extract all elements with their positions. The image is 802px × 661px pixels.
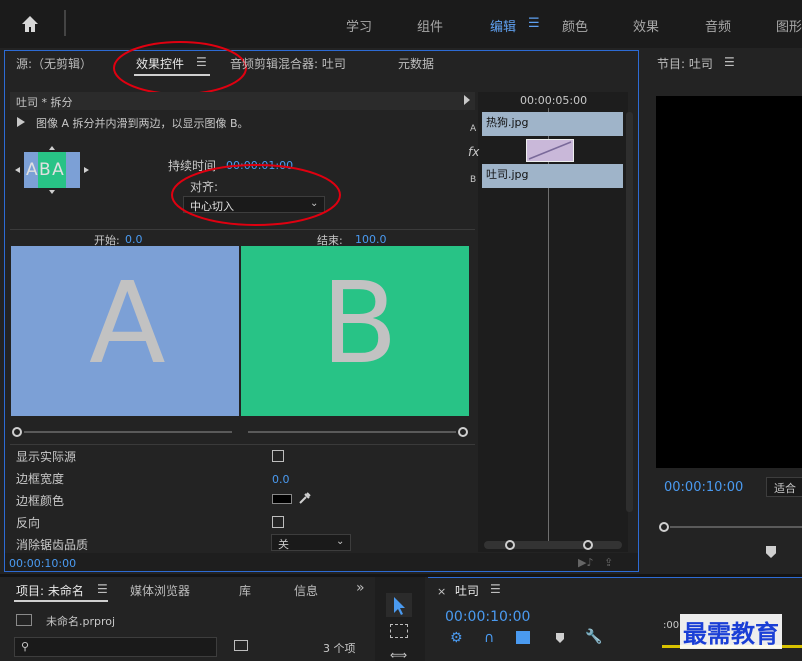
program-scrub-bar[interactable]	[670, 526, 802, 528]
mini-zoom-handle-right[interactable]	[583, 540, 593, 550]
antialias-select[interactable]: 关 ⌄	[271, 534, 351, 551]
project-tab-underline	[14, 600, 108, 602]
tab-source[interactable]: 源:（无剪辑）	[16, 55, 92, 72]
show-actual-source-checkbox[interactable]	[272, 450, 284, 462]
watermark-text: 最需教育	[680, 614, 782, 649]
tab-media-browser[interactable]: 媒体浏览器	[130, 582, 190, 599]
border-color-swatch[interactable]	[272, 494, 292, 504]
transition-thumbnail: A B A	[24, 152, 80, 188]
tab-library[interactable]: 库	[239, 582, 251, 599]
ec-timecode[interactable]: 00:00:10:00	[9, 557, 76, 570]
eyedropper-icon[interactable]	[298, 491, 312, 508]
preview-b: B	[241, 246, 469, 416]
tab-info[interactable]: 信息	[294, 582, 318, 599]
preview-a: A	[11, 246, 239, 416]
mini-zoom-handle-left[interactable]	[505, 540, 515, 550]
annotation-ellipse	[171, 164, 341, 226]
play-transition-icon[interactable]	[464, 95, 470, 105]
start-slider-track[interactable]	[24, 431, 232, 433]
project-search-input[interactable]: ⚲	[14, 637, 217, 657]
track-a-label: A	[470, 124, 477, 134]
clip-b[interactable]: 吐司.jpg	[482, 164, 623, 188]
mini-timeline-ruler: 00:00:05:00	[520, 94, 588, 107]
program-title[interactable]: 节目: 吐司	[657, 55, 713, 72]
search-icon: ⚲	[21, 640, 30, 653]
clip-header-bar	[10, 92, 475, 110]
transition-description: 图像 A 拆分并内滑到两边，以显示图像 B。	[36, 117, 249, 130]
border-width-value[interactable]: 0.0	[272, 473, 290, 486]
ripple-edit-tool-icon[interactable]: ⟺	[390, 648, 407, 661]
more-panels-icon[interactable]: »	[356, 580, 365, 596]
workspace-effects[interactable]: 效果	[633, 16, 659, 35]
workspace-color[interactable]: 颜色	[562, 16, 588, 35]
start-value[interactable]: 0.0	[125, 233, 143, 246]
project-menu-icon[interactable]: ☰	[97, 582, 108, 596]
edge-selector-left[interactable]	[15, 167, 20, 173]
ec-footer	[5, 553, 638, 571]
end-slider-track[interactable]	[248, 431, 456, 433]
border-color-label: 边框颜色	[16, 494, 65, 508]
workspace-learn[interactable]: 学习	[346, 16, 372, 35]
reverse-checkbox[interactable]	[272, 516, 284, 528]
tab-audio-clip-mixer[interactable]: 音频剪辑混合器: 吐司	[230, 55, 346, 72]
program-timecode[interactable]: 00:00:10:00	[664, 480, 743, 495]
track-b-label: B	[470, 175, 477, 185]
reverse-label: 反向	[16, 516, 41, 530]
project-file-name: 未命名.prproj	[46, 615, 116, 628]
selection-tool-icon[interactable]	[386, 593, 412, 617]
program-video	[656, 96, 802, 468]
fit-select[interactable]: 适合	[766, 477, 802, 497]
export-icon[interactable]: ⇪	[604, 556, 613, 569]
workspace-editing[interactable]: 编辑	[490, 16, 516, 35]
tab-metadata[interactable]: 元数据	[398, 55, 434, 72]
toolbar-divider	[64, 10, 66, 36]
timeline-close-icon[interactable]: ×	[437, 585, 446, 598]
antialias-select-value: 关	[278, 538, 289, 551]
program-scrub-handle[interactable]	[659, 522, 669, 532]
timeline-menu-icon[interactable]: ☰	[490, 582, 501, 596]
mini-timeline-scrollbar[interactable]	[626, 112, 633, 512]
workspace-menu-icon[interactable]: ☰	[528, 16, 540, 31]
thumbnail-label: A B A	[26, 160, 64, 180]
antialias-label: 消除锯齿品质	[16, 538, 89, 552]
workspace-assembly[interactable]: 组件	[417, 16, 443, 35]
workspace-graphics[interactable]: 图形	[776, 16, 802, 35]
preview-a-letter: A	[89, 259, 166, 389]
wrench-icon[interactable]: 🔧	[585, 629, 602, 645]
new-bin-icon[interactable]	[234, 640, 248, 651]
description-play-icon[interactable]	[17, 117, 25, 127]
properties-divider	[10, 444, 475, 445]
timeline-ruler-hint: :00	[663, 620, 680, 631]
end-value[interactable]: 100.0	[355, 233, 387, 246]
start-slider-handle[interactable]	[12, 427, 22, 437]
tab-project[interactable]: 项目: 未命名	[16, 582, 84, 599]
clip-header-label: 吐司 * 拆分	[16, 96, 73, 109]
show-actual-source-label: 显示实际源	[16, 450, 77, 464]
end-slider-handle[interactable]	[458, 427, 468, 437]
workspace-audio[interactable]: 音频	[705, 16, 731, 35]
preview-b-letter: B	[321, 259, 398, 389]
transition-clip[interactable]	[526, 139, 574, 162]
fx-icon: fx	[468, 145, 480, 159]
linked-selection-icon[interactable]	[516, 631, 530, 644]
project-item-count: 3 个项	[323, 642, 356, 655]
border-width-label: 边框宽度	[16, 472, 65, 486]
timeline-timecode[interactable]: 00:00:10:00	[445, 609, 530, 625]
edge-selector-right[interactable]	[84, 167, 89, 173]
home-icon[interactable]	[20, 14, 40, 34]
project-file-icon	[16, 614, 32, 626]
track-select-tool-icon[interactable]	[390, 624, 408, 638]
play-audio-icon[interactable]: ▶♪	[578, 556, 593, 569]
snap-magnet-icon[interactable]: ∩	[484, 630, 494, 646]
program-menu-icon[interactable]: ☰	[724, 55, 735, 69]
fit-select-value: 适合	[774, 482, 796, 495]
chevron-down-icon: ⌄	[336, 536, 345, 547]
timeline-title[interactable]: 吐司	[455, 582, 479, 599]
snap-nest-icon[interactable]: ⚙	[450, 630, 463, 646]
clip-a[interactable]: 热狗.jpg	[482, 112, 623, 136]
section-divider	[10, 229, 475, 230]
edge-selector-top[interactable]	[49, 146, 55, 150]
edge-selector-bottom[interactable]	[49, 190, 55, 194]
